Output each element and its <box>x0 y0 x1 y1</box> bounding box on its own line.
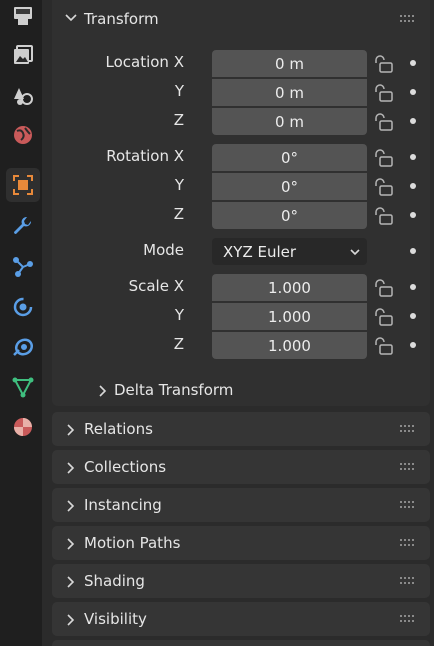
lock-location-x-icon[interactable] <box>372 54 394 74</box>
chevron-right-icon[interactable] <box>96 384 110 398</box>
instancing-panel-title: Instancing <box>84 496 162 514</box>
scene-icon <box>14 88 33 105</box>
visibility-panel-header[interactable]: Visibility <box>52 602 430 636</box>
scale-z-label: Z <box>173 335 184 353</box>
keyframe-scale-z-dot[interactable] <box>410 342 416 348</box>
lock-location-z-icon[interactable] <box>372 112 394 132</box>
keyframe-location-y-dot[interactable] <box>410 89 416 95</box>
relations-panel-title: Relations <box>84 420 153 438</box>
chevron-right-icon <box>67 424 75 436</box>
scale-z-field[interactable]: 1.000 <box>212 332 367 359</box>
rotation-mode-select[interactable]: XYZ Euler <box>212 238 367 265</box>
properties-tab-strip <box>0 0 42 646</box>
transform-panel: Transform Location X 0 m Y 0 m Z 0 m Rot… <box>52 0 430 406</box>
tab-physics[interactable] <box>6 290 40 324</box>
location-z-label: Z <box>173 111 184 129</box>
drag-grip-icon[interactable] <box>400 463 416 471</box>
visibility-panel-title: Visibility <box>84 610 147 628</box>
chevron-down-icon <box>350 249 360 256</box>
rotation-z-field[interactable]: 0° <box>212 202 367 229</box>
scale-x-field[interactable]: 1.000 <box>212 274 367 301</box>
lock-location-y-icon[interactable] <box>372 83 394 103</box>
render-icon <box>14 7 32 25</box>
rotation-mode-value: XYZ Euler <box>223 242 297 261</box>
keyframe-scale-x-dot[interactable] <box>410 284 416 290</box>
tab-modifiers[interactable] <box>6 210 40 244</box>
instancing-panel-header[interactable]: Instancing <box>52 488 430 522</box>
tab-mesh-data[interactable] <box>6 370 40 404</box>
keyframe-location-z-dot[interactable] <box>410 118 416 124</box>
collections-panel-header[interactable]: Collections <box>52 450 430 484</box>
drag-grip-icon[interactable] <box>400 615 416 623</box>
mode-label: Mode <box>143 241 184 259</box>
keyframe-location-x-dot[interactable] <box>410 60 416 66</box>
location-y-label: Y <box>174 82 184 100</box>
lock-rotation-z-icon[interactable] <box>372 206 394 226</box>
lock-scale-z-icon[interactable] <box>372 336 394 356</box>
material-icon <box>14 418 32 436</box>
keyframe-scale-y-dot[interactable] <box>410 313 416 319</box>
chevron-right-icon <box>67 538 75 550</box>
motion-paths-panel-title: Motion Paths <box>84 534 181 552</box>
tab-scene[interactable] <box>6 78 40 112</box>
shading-panel-title: Shading <box>84 572 145 590</box>
scale-y-label: Y <box>174 306 184 324</box>
rotation-y-label: Y <box>174 176 184 194</box>
lock-rotation-y-icon[interactable] <box>372 177 394 197</box>
motion-paths-panel-header[interactable]: Motion Paths <box>52 526 430 560</box>
tab-output[interactable] <box>6 38 40 72</box>
location-z-field[interactable]: 0 m <box>212 108 367 135</box>
location-x-field[interactable]: 0 m <box>212 50 367 77</box>
chevron-right-icon <box>67 500 75 512</box>
output-icon <box>14 45 33 64</box>
location-y-field[interactable]: 0 m <box>212 79 367 106</box>
drag-grip-icon[interactable] <box>400 425 416 433</box>
chevron-right-icon <box>67 576 75 588</box>
rotation-y-field[interactable]: 0° <box>212 173 367 200</box>
drag-grip-icon[interactable] <box>400 539 416 547</box>
properties-editor: Transform Location X 0 m Y 0 m Z 0 m Rot… <box>42 0 434 646</box>
mesh-data-icon <box>12 377 34 398</box>
rotation-x-field[interactable]: 0° <box>212 144 367 171</box>
delta-transform-subpanel[interactable]: Delta Transform <box>114 381 233 399</box>
tab-constraints[interactable] <box>6 330 40 364</box>
scale-y-field[interactable]: 1.000 <box>212 303 367 330</box>
object-icon <box>13 175 33 195</box>
tab-render[interactable] <box>6 0 40 34</box>
modifier-wrench-icon <box>14 216 32 234</box>
lock-rotation-x-icon[interactable] <box>372 148 394 168</box>
transform-panel-title[interactable]: Transform <box>84 10 159 28</box>
tab-world[interactable] <box>6 118 40 152</box>
physics-icon <box>13 297 33 317</box>
chevron-down-icon[interactable] <box>64 11 78 25</box>
keyframe-rotation-z-dot[interactable] <box>410 212 416 218</box>
drag-grip-icon[interactable] <box>400 15 416 23</box>
chevron-right-icon <box>67 462 75 474</box>
next-panel-header[interactable] <box>52 640 430 646</box>
tab-material[interactable] <box>6 410 40 444</box>
chevron-right-icon <box>67 614 75 626</box>
keyframe-mode-dot[interactable] <box>410 248 416 254</box>
particles-icon <box>13 257 33 277</box>
keyframe-rotation-x-dot[interactable] <box>410 154 416 160</box>
drag-grip-icon[interactable] <box>400 577 416 585</box>
rotation-x-label: Rotation X <box>106 147 184 165</box>
collections-panel-title: Collections <box>84 458 167 476</box>
tab-particles[interactable] <box>6 250 40 284</box>
drag-grip-icon[interactable] <box>400 501 416 509</box>
location-x-label: Location X <box>105 53 185 71</box>
lock-scale-x-icon[interactable] <box>372 278 394 298</box>
rotation-z-label: Z <box>173 205 184 223</box>
keyframe-rotation-y-dot[interactable] <box>410 183 416 189</box>
lock-scale-y-icon[interactable] <box>372 307 394 327</box>
world-icon <box>14 126 32 144</box>
shading-panel-header[interactable]: Shading <box>52 564 430 598</box>
relations-panel-header[interactable]: Relations <box>52 412 430 446</box>
constraints-icon <box>13 338 34 356</box>
tab-object[interactable] <box>6 168 40 202</box>
scale-x-label: Scale X <box>128 277 184 295</box>
